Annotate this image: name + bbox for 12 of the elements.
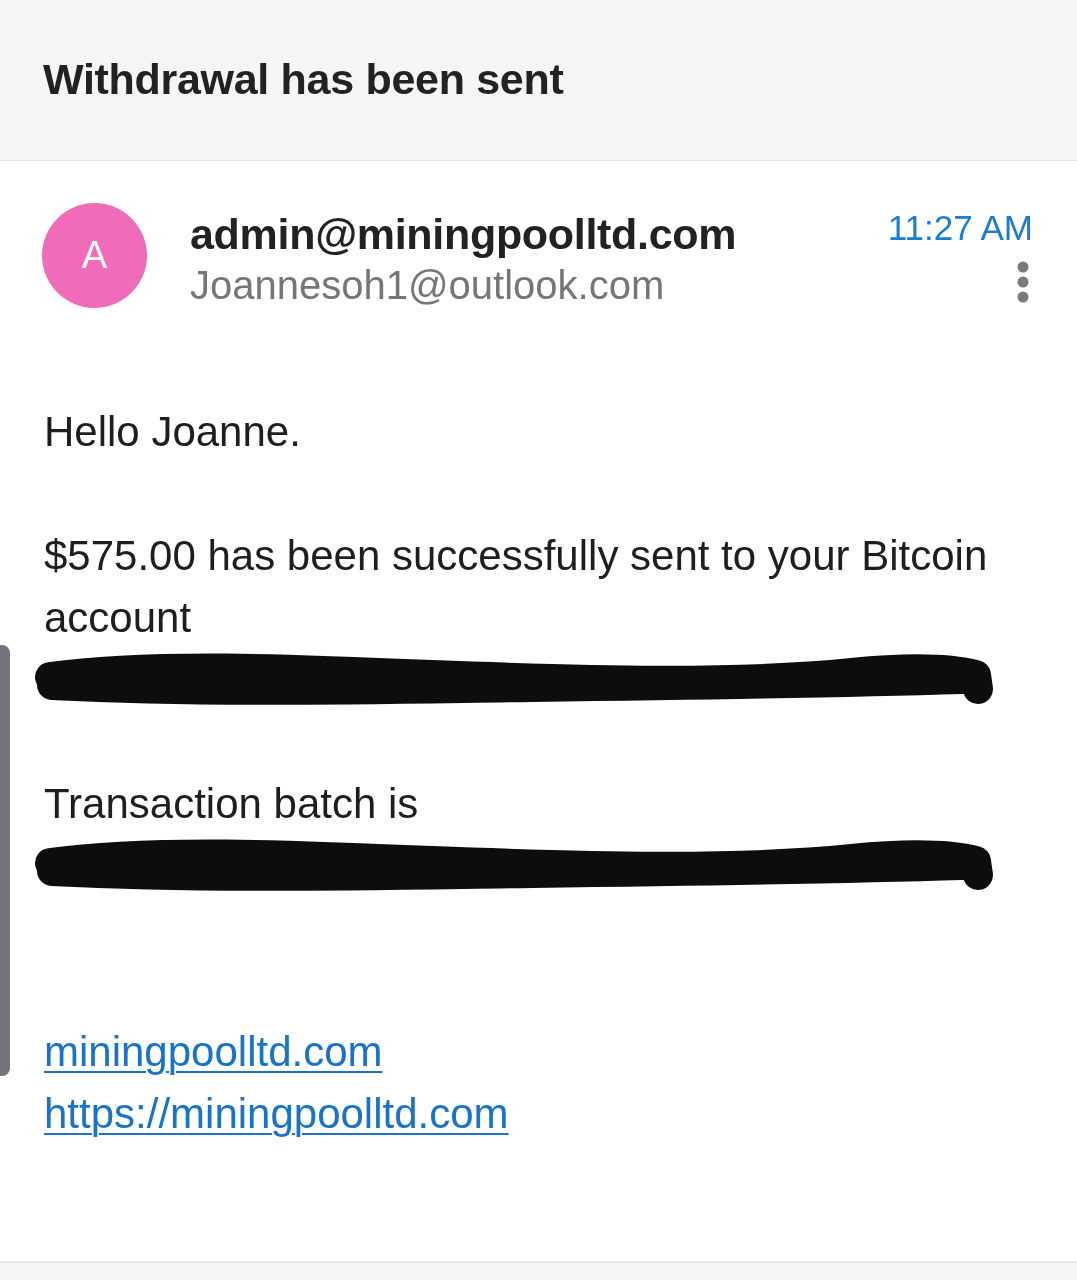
website-link[interactable]: miningpoolltd.com	[44, 1027, 383, 1075]
recipient-address: Joannesoh1@outlook.com	[190, 262, 665, 307]
body-text: $575.00 has been successfully sent to your Bitcoin account	[44, 531, 988, 641]
body-text: Transaction batch is	[44, 779, 419, 827]
subject-title: Withdrawal has been sent	[43, 54, 564, 106]
sender-address: admin@miningpoolltd.com	[190, 210, 737, 258]
scroll-handle[interactable]	[0, 645, 10, 1076]
more-options-icon[interactable]	[1017, 261, 1029, 303]
avatar: A	[42, 203, 147, 308]
website-link[interactable]: https://miningpoolltd.com	[44, 1089, 509, 1137]
message-time: 11:27 AM	[887, 207, 1033, 249]
body-text: Hello Joanne.	[44, 407, 301, 455]
